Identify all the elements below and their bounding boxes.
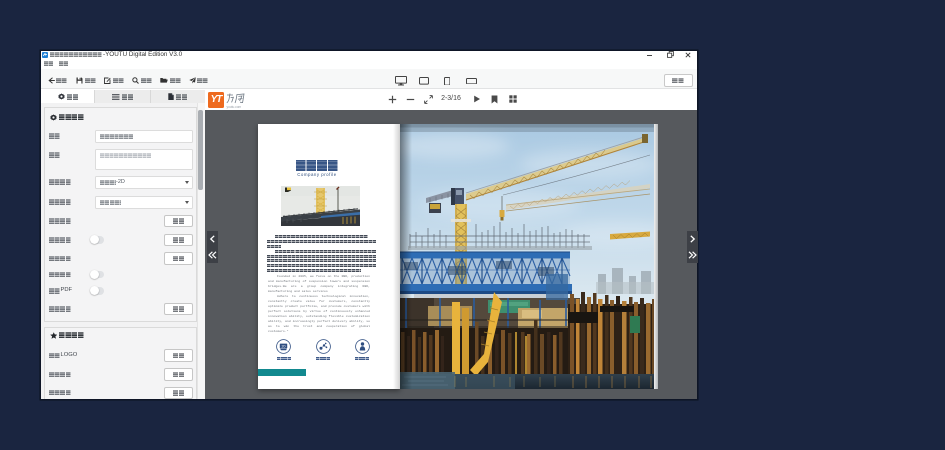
svg-text:20: 20: [282, 344, 286, 348]
